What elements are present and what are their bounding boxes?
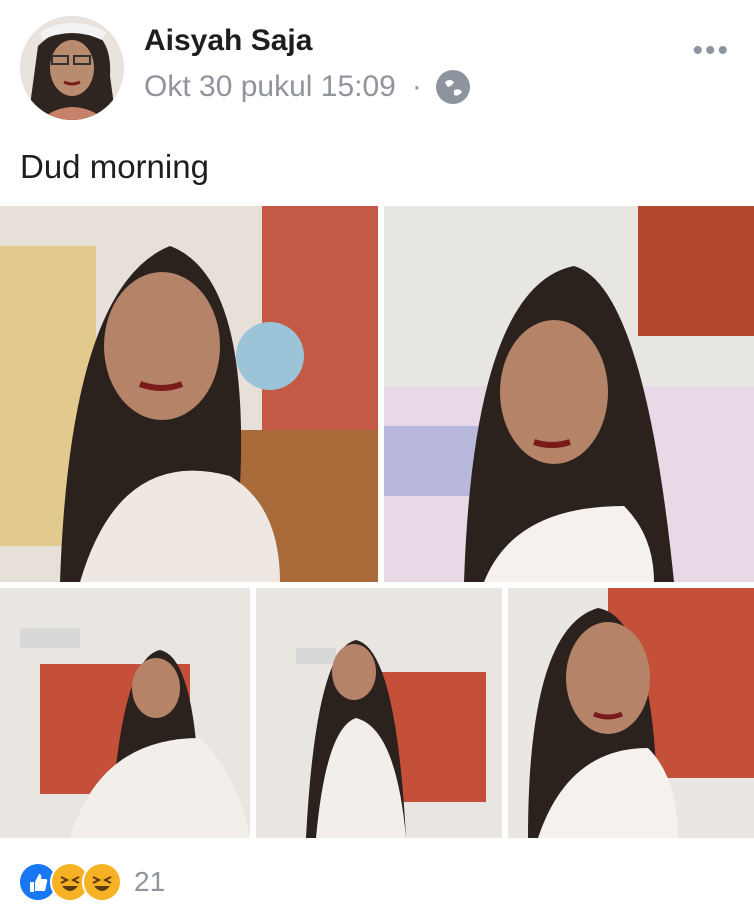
post-meta: Okt 30 pukul 15:09 · bbox=[144, 70, 470, 104]
globe-icon bbox=[435, 70, 470, 104]
reaction-count[interactable]: 21 bbox=[134, 866, 165, 898]
photo-2[interactable] bbox=[384, 206, 754, 582]
photo-5[interactable] bbox=[508, 588, 754, 838]
avatar[interactable] bbox=[20, 16, 124, 120]
author-name[interactable]: Aisyah Saja bbox=[144, 24, 312, 58]
reactions-bar[interactable]: 21 bbox=[18, 862, 165, 902]
photo-4[interactable] bbox=[256, 588, 502, 838]
post-caption: Dud morning bbox=[20, 148, 209, 185]
meta-separator: · bbox=[411, 70, 422, 103]
haha-icon bbox=[82, 862, 122, 902]
photo-3[interactable] bbox=[0, 588, 250, 838]
more-options-button[interactable]: ••• bbox=[692, 34, 730, 68]
avatar-image bbox=[20, 16, 124, 120]
photo-1[interactable] bbox=[0, 206, 378, 582]
post-timestamp[interactable]: Okt 30 pukul 15:09 bbox=[144, 70, 396, 104]
